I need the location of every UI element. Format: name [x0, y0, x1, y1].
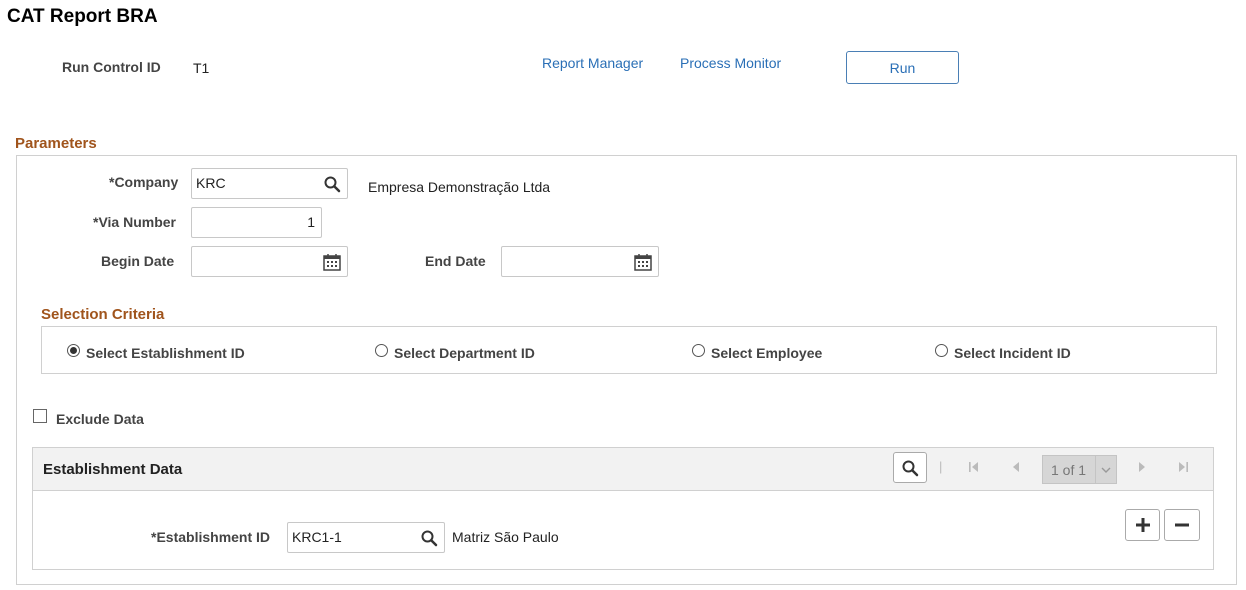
selection-criteria-title: Selection Criteria [41, 306, 165, 323]
last-page-icon[interactable] [1177, 461, 1189, 473]
previous-page-icon[interactable] [1010, 461, 1022, 473]
next-page-icon[interactable] [1136, 461, 1148, 473]
parameters-section-title: Parameters [15, 135, 97, 152]
calendar-icon[interactable] [634, 253, 652, 271]
radio-select-department-id[interactable] [375, 344, 388, 357]
chevron-down-icon [1095, 456, 1116, 483]
radio-label-establishment-id[interactable]: Select Establishment ID [86, 345, 245, 361]
minus-icon [1175, 523, 1189, 527]
process-monitor-link[interactable]: Process Monitor [680, 55, 781, 71]
run-button[interactable]: Run [846, 51, 959, 84]
via-number-value: 1 [307, 214, 315, 230]
delete-row-button[interactable] [1164, 509, 1200, 541]
add-row-button[interactable] [1125, 509, 1160, 541]
radio-label-department-id[interactable]: Select Department ID [394, 345, 535, 361]
first-page-icon[interactable] [968, 461, 980, 473]
radio-select-employee[interactable] [692, 344, 705, 357]
run-control-value: T1 [193, 60, 210, 76]
page-title: CAT Report BRA [7, 6, 158, 27]
establishment-id-field[interactable]: KRC1-1 [287, 522, 445, 553]
begin-date-label: Begin Date [101, 253, 175, 269]
end-date-field[interactable] [501, 246, 659, 277]
company-value: KRC [196, 175, 226, 191]
establishment-id-value: KRC1-1 [292, 529, 342, 545]
grid-find-button[interactable] [893, 452, 927, 483]
search-icon[interactable] [323, 175, 341, 193]
exclude-data-checkbox[interactable] [33, 409, 47, 423]
radio-select-establishment-id[interactable] [67, 344, 80, 357]
run-control-label: Run Control ID [62, 59, 161, 75]
end-date-label: End Date [425, 253, 486, 269]
company-field[interactable]: KRC [191, 168, 348, 199]
begin-date-field[interactable] [191, 246, 348, 277]
plus-icon [1135, 518, 1150, 532]
radio-select-incident-id[interactable] [935, 344, 948, 357]
toolbar-divider: | [939, 459, 943, 474]
radio-label-employee[interactable]: Select Employee [711, 345, 822, 361]
radio-label-incident-id[interactable]: Select Incident ID [954, 345, 1071, 361]
establishment-description: Matriz São Paulo [452, 529, 559, 545]
pagination-dropdown[interactable]: 1 of 1 [1042, 455, 1117, 484]
company-description: Empresa Demonstração Ltda [368, 179, 551, 195]
calendar-icon[interactable] [323, 253, 341, 271]
report-manager-link[interactable]: Report Manager [542, 55, 643, 71]
pagination-label: 1 of 1 [1051, 462, 1087, 478]
search-icon [902, 460, 919, 476]
establishment-grid-title: Establishment Data [43, 461, 183, 478]
establishment-id-label: *Establishment ID [151, 529, 271, 545]
search-icon[interactable] [420, 529, 438, 547]
exclude-data-label[interactable]: Exclude Data [56, 411, 144, 427]
company-label: *Company [109, 174, 179, 190]
via-number-field[interactable]: 1 [191, 207, 322, 238]
establishment-grid-header [33, 448, 1213, 491]
via-number-label: *Via Number [93, 214, 176, 230]
